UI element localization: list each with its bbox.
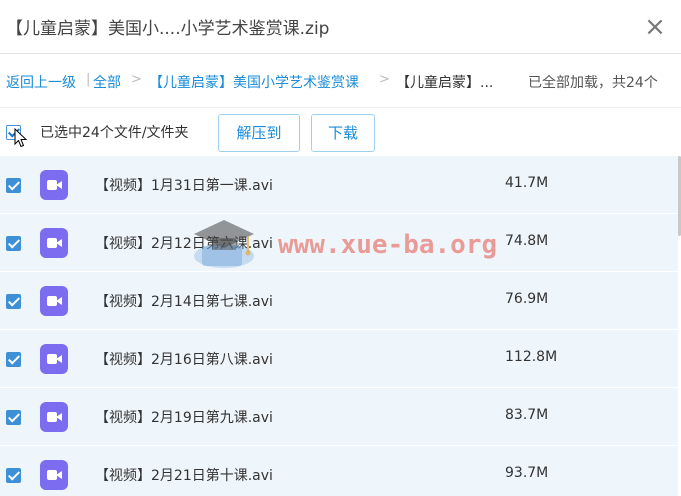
breadcrumb-divider: | [86, 72, 91, 87]
breadcrumb: 返回上一级 | 全部 > 【儿童启蒙】美国小学艺术鉴赏课 > 【儿童启蒙】...… [0, 54, 681, 108]
row-checkbox[interactable] [6, 178, 21, 193]
zip-preview-dialog: 【儿童启蒙】美国小....小学艺术鉴赏课.zip × 返回上一级 | 全部 > … [0, 0, 681, 496]
file-row[interactable]: 【视频】2月14日第七课.avi 76.9M [0, 272, 678, 330]
video-file-icon [40, 460, 68, 490]
file-row[interactable]: 【视频】2月21日第十课.avi 93.7M [0, 446, 678, 496]
mouse-cursor-icon [14, 128, 28, 148]
file-name[interactable]: 【视频】2月21日第十课.avi [95, 465, 273, 485]
file-row[interactable]: 【视频】2月19日第九课.avi 83.7M [0, 388, 678, 446]
toolbar: 已选中24个文件/文件夹 解压到 下载 [0, 108, 681, 156]
file-size: 76.9M [505, 291, 549, 307]
file-name[interactable]: 【视频】2月19日第九课.avi [95, 407, 273, 427]
file-size: 83.7M [505, 407, 549, 423]
file-name[interactable]: 【视频】2月14日第七课.avi [95, 291, 273, 311]
extract-to-button[interactable]: 解压到 [218, 114, 300, 152]
file-size: 41.7M [505, 175, 549, 191]
file-name[interactable]: 【视频】2月12日第六课.avi [95, 233, 273, 253]
breadcrumb-all-link[interactable]: 全部 [93, 72, 121, 92]
breadcrumb-folder-link[interactable]: 【儿童启蒙】美国小学艺术鉴赏课 [149, 72, 359, 92]
load-status: 已全部加载，共24个 [528, 75, 658, 91]
chevron-right-icon: > [131, 72, 142, 87]
video-file-icon [40, 228, 68, 258]
row-checkbox[interactable] [6, 468, 21, 483]
title-bar: 【儿童启蒙】美国小....小学艺术鉴赏课.zip × [0, 0, 681, 54]
selection-count-label: 已选中24个文件/文件夹 [40, 125, 189, 141]
file-size: 112.8M [505, 349, 558, 365]
file-row[interactable]: 【视频】2月12日第六课.avi 74.8M [0, 214, 678, 272]
download-button[interactable]: 下载 [311, 114, 375, 152]
video-file-icon [40, 402, 68, 432]
video-file-icon [40, 344, 68, 374]
row-checkbox[interactable] [6, 236, 21, 251]
chevron-right-icon: > [379, 72, 390, 87]
file-name[interactable]: 【视频】2月16日第八课.avi [95, 349, 273, 369]
file-name[interactable]: 【视频】1月31日第一课.avi [95, 175, 273, 195]
close-icon[interactable]: × [644, 14, 666, 40]
breadcrumb-back-link[interactable]: 返回上一级 [6, 72, 76, 92]
row-checkbox[interactable] [6, 410, 21, 425]
video-file-icon [40, 286, 68, 316]
video-file-icon [40, 170, 68, 200]
dialog-title: 【儿童启蒙】美国小....小学艺术鉴赏课.zip [6, 19, 330, 39]
row-checkbox[interactable] [6, 294, 21, 309]
row-checkbox[interactable] [6, 352, 21, 367]
breadcrumb-current: 【儿童启蒙】... [396, 75, 494, 91]
file-size: 74.8M [505, 233, 549, 249]
file-list: 【视频】1月31日第一课.avi 41.7M 【视频】2月12日第六课.avi … [0, 156, 678, 496]
file-row[interactable]: 【视频】2月16日第八课.avi 112.8M [0, 330, 678, 388]
file-row[interactable]: 【视频】1月31日第一课.avi 41.7M [0, 156, 678, 214]
file-size: 93.7M [505, 465, 549, 481]
